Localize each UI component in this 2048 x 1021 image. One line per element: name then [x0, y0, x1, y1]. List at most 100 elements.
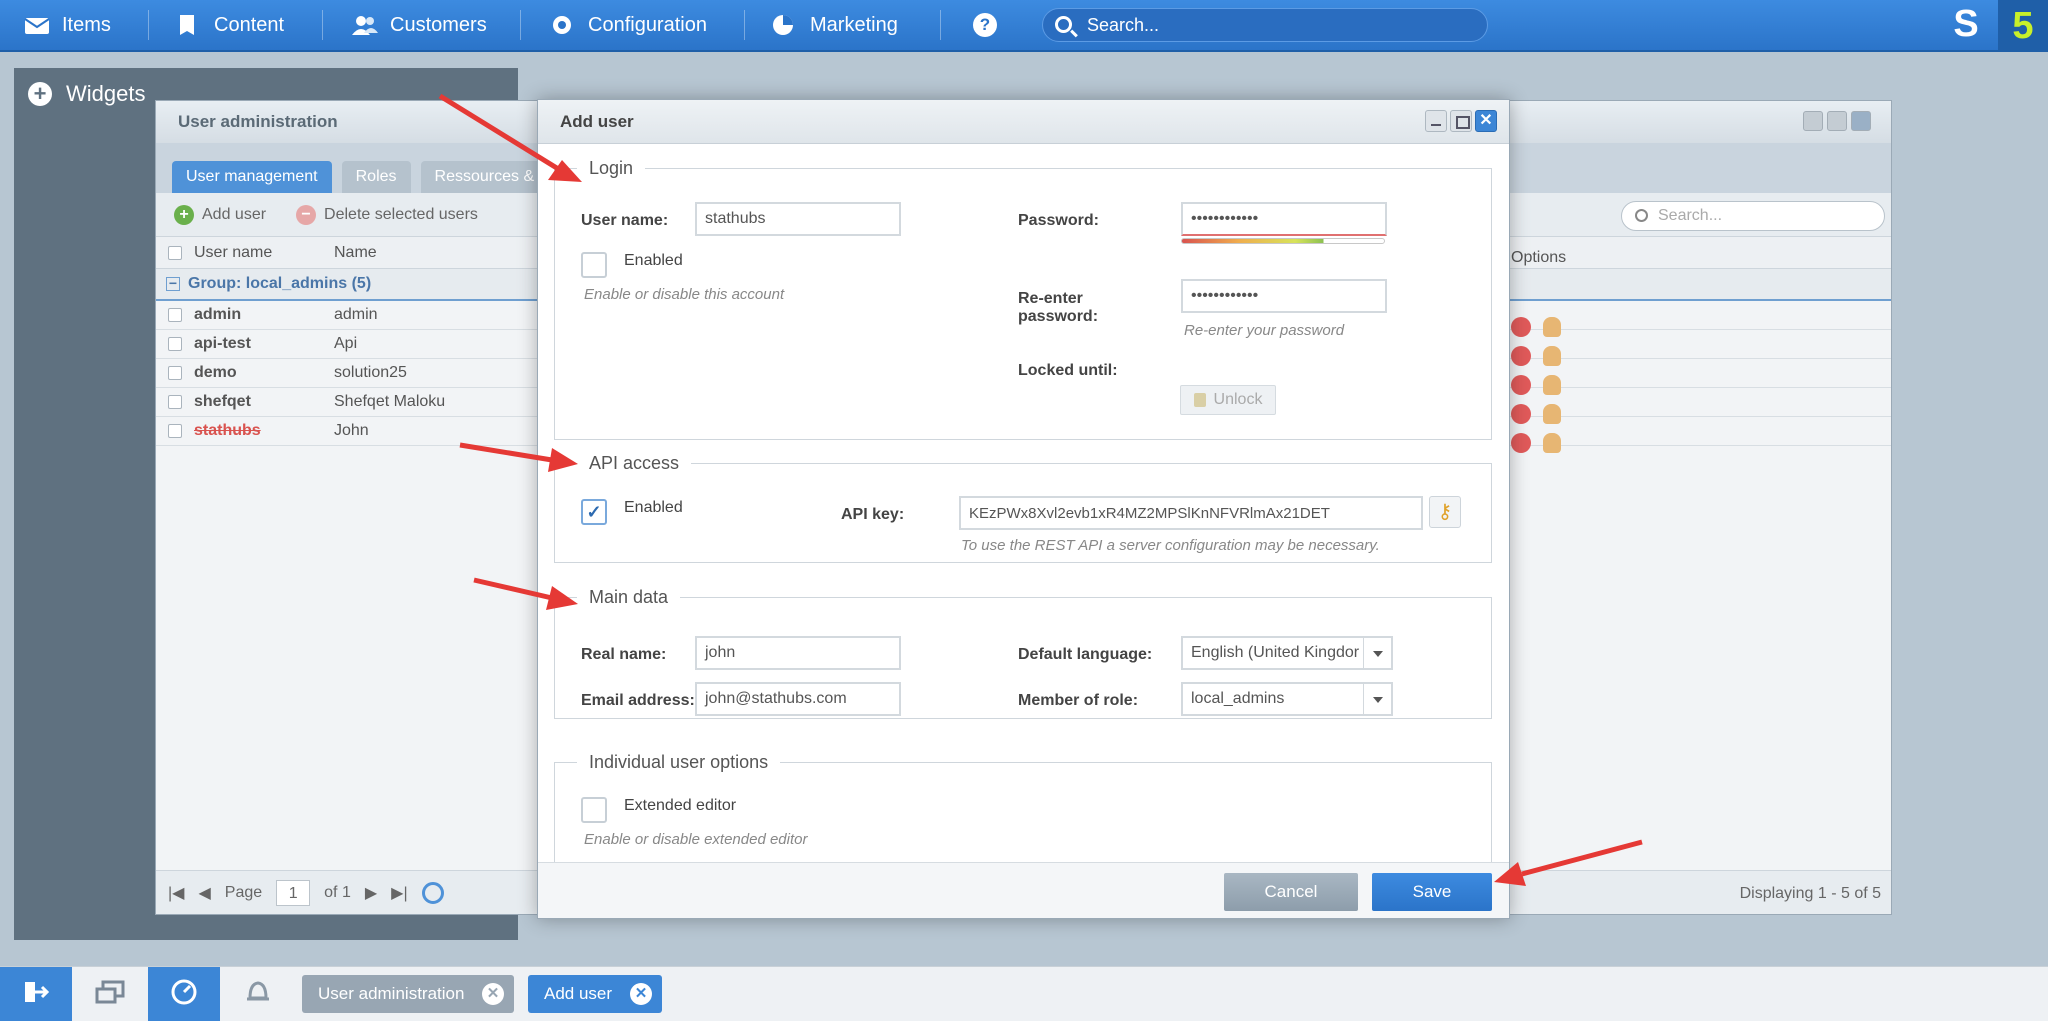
- row-name: John: [334, 422, 369, 439]
- nav-content[interactable]: Content: [176, 0, 284, 50]
- chevron-down-icon[interactable]: [1363, 684, 1391, 714]
- reenter-password-hint: Re-enter your password: [1184, 322, 1345, 339]
- first-page-icon[interactable]: |◀: [168, 883, 184, 903]
- default-language-select[interactable]: English (United Kingdor: [1181, 636, 1393, 670]
- row-name: Api: [334, 335, 358, 352]
- real-name-input[interactable]: john: [695, 636, 901, 670]
- nav-customers[interactable]: Customers: [352, 0, 487, 50]
- collapse-icon[interactable]: −: [166, 276, 180, 291]
- individual-options-fieldset: Individual user options Extended editor …: [554, 752, 1492, 864]
- displaying-count: Displaying 1 - 5 of 5: [1739, 885, 1881, 902]
- api-enabled-checkbox[interactable]: ✓: [581, 499, 607, 525]
- row-checkbox[interactable]: [168, 366, 182, 380]
- global-search-placeholder: Search...: [1087, 14, 1160, 35]
- bell-icon: [245, 978, 271, 1011]
- add-user-button[interactable]: + Add user: [174, 204, 266, 225]
- select-all-checkbox[interactable]: [168, 245, 182, 260]
- document-icon: [176, 14, 202, 36]
- nav-marketing[interactable]: Marketing: [772, 0, 898, 50]
- dashboard-button[interactable]: [148, 967, 220, 1021]
- nav-configuration-label: Configuration: [588, 13, 707, 36]
- generate-key-icon[interactable]: ⚷: [1429, 496, 1461, 528]
- nav-configuration[interactable]: Configuration: [550, 0, 707, 50]
- cancel-button[interactable]: Cancel: [1224, 873, 1358, 911]
- delete-row-icon[interactable]: [1511, 375, 1531, 395]
- user-administration-title: User administration: [178, 112, 338, 131]
- login-fieldset: Login User name: stathubs Enabled Enable…: [554, 158, 1492, 440]
- add-icon: +: [174, 204, 194, 225]
- add-widget-icon[interactable]: +: [28, 82, 52, 106]
- delete-row-icon[interactable]: [1511, 433, 1531, 453]
- column-name[interactable]: Name: [334, 244, 377, 262]
- tab-roles[interactable]: Roles: [341, 161, 411, 193]
- username-input[interactable]: stathubs: [695, 202, 901, 236]
- nav-items[interactable]: Items: [24, 0, 111, 50]
- row-checkbox[interactable]: [168, 395, 182, 409]
- maximize-icon[interactable]: [1827, 111, 1847, 131]
- row-username: api-test: [194, 335, 251, 352]
- delete-row-icon[interactable]: [1511, 346, 1531, 366]
- row-checkbox[interactable]: [168, 337, 182, 351]
- edit-user-icon[interactable]: [1543, 375, 1561, 395]
- api-key-input[interactable]: KEzPWx8Xvl2evb1xR4MZ2MPSlKnNFVRlmAx21DET: [959, 496, 1423, 530]
- nav-divider: [744, 10, 745, 40]
- global-search-input[interactable]: Search...: [1042, 8, 1488, 42]
- locked-until-label: Locked until:: [1018, 362, 1118, 379]
- notifications-button[interactable]: [222, 967, 294, 1021]
- user-search-input[interactable]: Search...: [1621, 201, 1885, 231]
- version-logo: 5: [1998, 0, 2048, 52]
- taskbar-tab-add-user[interactable]: Add user ✕: [528, 975, 662, 1013]
- close-icon[interactable]: [1851, 111, 1871, 131]
- edit-user-icon[interactable]: [1543, 404, 1561, 424]
- member-of-role-select[interactable]: local_admins: [1181, 682, 1393, 716]
- row-checkbox[interactable]: [168, 308, 182, 322]
- minimize-icon[interactable]: [1803, 111, 1823, 131]
- save-button[interactable]: Save: [1372, 873, 1492, 911]
- page-number-input[interactable]: 1: [276, 879, 311, 906]
- gear-icon: [550, 14, 576, 36]
- dialog-header: Add user: [538, 100, 1509, 144]
- edit-user-icon[interactable]: [1543, 346, 1561, 366]
- minimize-icon[interactable]: [1425, 110, 1447, 132]
- page-count: of 1: [324, 883, 351, 901]
- last-page-icon[interactable]: ▶|: [391, 883, 407, 903]
- tab-user-management[interactable]: User management: [172, 161, 332, 193]
- password-input[interactable]: ••••••••••••: [1181, 202, 1387, 236]
- nav-customers-label: Customers: [390, 13, 487, 36]
- help-icon[interactable]: ?: [973, 13, 997, 37]
- dialog-body: Login User name: stathubs Enabled Enable…: [538, 144, 1509, 864]
- api-enabled-label: Enabled: [624, 499, 683, 516]
- enabled-checkbox[interactable]: [581, 252, 607, 278]
- extended-editor-checkbox[interactable]: [581, 797, 607, 823]
- column-username[interactable]: User name: [194, 244, 334, 262]
- delete-row-icon[interactable]: [1511, 317, 1531, 337]
- api-key-label: API key:: [841, 506, 905, 523]
- row-select-cell: [156, 424, 194, 438]
- reenter-password-label-1: Re-enter: [1018, 290, 1083, 307]
- close-icon[interactable]: ✕: [630, 983, 652, 1005]
- close-icon[interactable]: ✕: [1475, 110, 1497, 132]
- logout-button[interactable]: [0, 967, 72, 1021]
- next-page-icon[interactable]: ▶: [365, 883, 377, 903]
- delete-row-icon[interactable]: [1511, 404, 1531, 424]
- delete-selected-button[interactable]: − Delete selected users: [296, 204, 478, 225]
- row-checkbox[interactable]: [168, 424, 182, 438]
- unlock-button[interactable]: Unlock: [1180, 385, 1276, 415]
- reenter-password-input[interactable]: ••••••••••••: [1181, 279, 1387, 313]
- email-input[interactable]: john@stathubs.com: [695, 682, 901, 716]
- maximize-icon[interactable]: [1450, 110, 1472, 132]
- close-icon[interactable]: ✕: [482, 983, 504, 1005]
- refresh-icon[interactable]: [421, 881, 444, 904]
- windows-button[interactable]: [74, 967, 146, 1021]
- pie-chart-icon: [772, 14, 798, 36]
- edit-user-icon[interactable]: [1543, 433, 1561, 453]
- real-name-label: Real name:: [581, 646, 667, 663]
- username-label: User name:: [581, 212, 669, 229]
- previous-page-icon[interactable]: ◀: [198, 883, 210, 903]
- dialog-title: Add user: [560, 111, 634, 131]
- edit-user-icon[interactable]: [1543, 317, 1561, 337]
- row-name: solution25: [334, 364, 407, 381]
- enabled-hint: Enable or disable this account: [584, 286, 785, 303]
- taskbar-tab-user-administration[interactable]: User administration ✕: [302, 975, 514, 1013]
- chevron-down-icon[interactable]: [1363, 638, 1391, 668]
